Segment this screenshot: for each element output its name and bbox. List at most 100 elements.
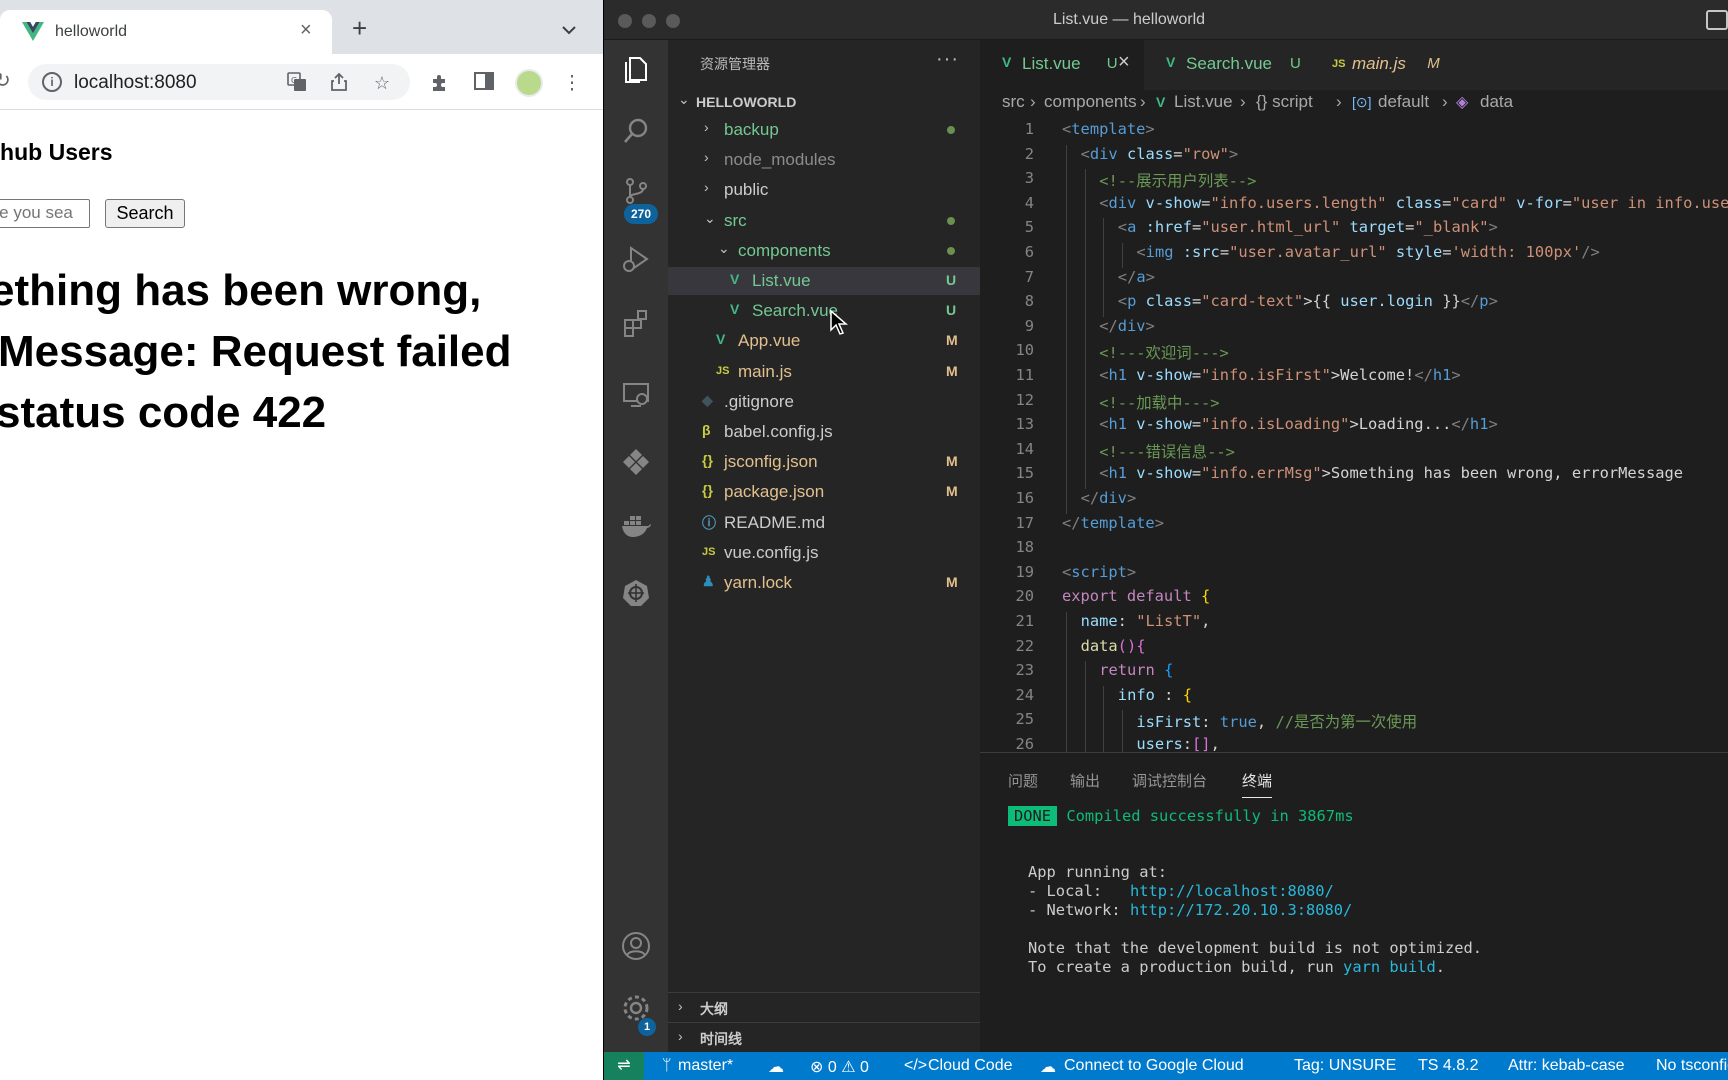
tree-item-backup[interactable]: › backup: [668, 116, 980, 144]
tree-item-label: Search.vue: [752, 301, 838, 321]
new-tab-icon[interactable]: +: [352, 15, 367, 41]
code-text: <p class="card-text">{{ user.login }}</p…: [1117, 292, 1498, 311]
tree-item-package-json[interactable]: {} package.json M: [668, 478, 980, 506]
tree-item-vue-config-js[interactable]: JS vue.config.js: [668, 539, 980, 567]
code-text: <div class="row">: [1080, 144, 1239, 163]
docker-icon[interactable]: [616, 510, 656, 550]
search-icon[interactable]: [616, 116, 656, 156]
breadcrumb-default[interactable]: default: [1378, 92, 1429, 112]
google-cloud-status[interactable]: Connect to Google Cloud: [1064, 1057, 1244, 1075]
problems-status[interactable]: ⊗ 0 ⚠ 0: [810, 1057, 869, 1077]
chevron-right-icon: ›: [704, 119, 709, 135]
browser-menu-icon[interactable]: ⋮: [560, 72, 584, 96]
tree-item-label: main.js: [738, 361, 792, 381]
breadcrumb-script[interactable]: {} script: [1256, 92, 1313, 112]
code-line: 14 <!---错误信息-->: [980, 440, 1728, 465]
breadcrumb-data[interactable]: data: [1480, 92, 1513, 112]
timeline-label: 时间线: [700, 1031, 742, 1047]
code-line: 13 <h1 v-show="info.isLoading">Loading...…: [980, 415, 1728, 440]
note2-suffix: .: [1435, 958, 1445, 976]
breadcrumb-list-vue[interactable]: List.vue: [1174, 92, 1233, 112]
profile-avatar[interactable]: [515, 69, 543, 97]
reload-icon[interactable]: ↻: [0, 68, 11, 93]
file-type-icon: JS: [1332, 58, 1346, 70]
tag-status[interactable]: Tag: UNSURE: [1294, 1057, 1396, 1075]
extensions-icon[interactable]: [616, 308, 656, 348]
tree-item-yarn-lock[interactable]: ♟ yarn.lock M: [668, 569, 980, 597]
account-icon[interactable]: [616, 930, 656, 970]
remote-explorer-icon[interactable]: [616, 380, 656, 420]
file-type-icon: JS: [702, 545, 716, 558]
tree-item-gitignore[interactable]: ◆ .gitignore: [668, 388, 980, 416]
share-icon[interactable]: [328, 72, 350, 94]
tree-item-app-vue[interactable]: V App.vue M: [668, 327, 980, 355]
sync-cloud-icon[interactable]: ☁: [768, 1057, 784, 1077]
side-panel-icon[interactable]: [472, 72, 496, 96]
site-info-icon[interactable]: i: [42, 72, 62, 92]
tab-search-vue[interactable]: V Search.vue U: [1144, 40, 1310, 90]
typescript-version-status[interactable]: TS 4.8.2: [1418, 1057, 1478, 1075]
chevron-right-icon: ›: [1336, 92, 1342, 111]
code-text: users:[],: [1136, 735, 1220, 752]
tsconfig-status[interactable]: No tsconfig: [1656, 1057, 1728, 1075]
tree-item-readme-md[interactable]: ⓘ README.md: [668, 509, 980, 537]
tree-item-search-vue[interactable]: V Search.vue U: [668, 297, 980, 325]
modified-dot-icon: [947, 246, 955, 255]
tree-item-jsconfig-json[interactable]: {} jsconfig.json M: [668, 448, 980, 476]
local-label: - Local:: [1028, 882, 1130, 900]
tree-item-public[interactable]: › public: [668, 176, 980, 204]
tree-item-list-vue[interactable]: V List.vue U: [668, 267, 980, 295]
close-tab-icon[interactable]: ×: [300, 19, 312, 42]
tab-list-vue[interactable]: V List.vue U ×: [980, 40, 1144, 90]
explorer-icon[interactable]: [616, 52, 656, 92]
explorer-more-actions-icon[interactable]: ···: [936, 48, 959, 71]
bookmark-star-icon[interactable]: ☆: [371, 72, 393, 94]
explorer-root-folder[interactable]: ⌄ HELLOWORLD: [668, 88, 980, 116]
tree-item-components[interactable]: ⌄ components: [668, 237, 980, 265]
code-text: info : {: [1117, 685, 1192, 704]
remote-indicator-icon[interactable]: ⇌: [604, 1052, 644, 1080]
code-text: <!--展示用户列表-->: [1099, 172, 1257, 191]
file-type-icon: V: [1002, 54, 1012, 70]
tab-search-chevron-icon[interactable]: [562, 22, 576, 38]
line-number: 10: [1015, 341, 1034, 360]
tree-item-label: jsconfig.json: [724, 452, 818, 472]
breadcrumb-components[interactable]: components: [1044, 92, 1137, 112]
tree-item-node-modules[interactable]: › node_modules: [668, 146, 980, 174]
attr-case-status[interactable]: Attr: kebab-case: [1508, 1057, 1625, 1075]
web-page: ithub Users me you sea Search ething has…: [0, 111, 603, 1080]
git-status-badge: M: [946, 332, 958, 349]
code-text: <h1 v-show="info.isFirst">Welcome!</h1>: [1099, 366, 1461, 384]
git-branch-status[interactable]: master*: [678, 1057, 733, 1075]
tree-item-main-js[interactable]: JS main.js M: [668, 358, 980, 386]
search-input[interactable]: me you sea: [0, 199, 90, 228]
address-bar[interactable]: i localhost:8080 G ☆: [28, 64, 410, 100]
extensions-icon[interactable]: [428, 72, 452, 96]
browser-tab[interactable]: helloworld ×: [0, 10, 332, 54]
run-debug-icon[interactable]: [616, 244, 656, 284]
cloud-code-status[interactable]: Cloud Code: [928, 1057, 1013, 1075]
outline-section[interactable]: › 大纲: [668, 992, 980, 1020]
chevron-right-icon: ›: [704, 179, 709, 196]
terminal-output[interactable]: DONE Compiled successfully in 3867ms App…: [980, 753, 1728, 1053]
chevron-right-icon: ›: [678, 1028, 683, 1044]
tab-main-js[interactable]: JS main.js M: [1310, 40, 1480, 90]
breadcrumb-src[interactable]: src: [1002, 92, 1025, 112]
local-url-line: - Local: http://localhost:8080/: [1028, 882, 1334, 900]
close-tab-icon[interactable]: ×: [1118, 51, 1130, 74]
kubernetes-icon[interactable]: [616, 578, 656, 618]
search-button[interactable]: Search: [105, 199, 185, 228]
timeline-section[interactable]: › 时间线: [668, 1022, 980, 1050]
tree-item-src[interactable]: ⌄ src: [668, 207, 980, 235]
toggle-panel-icon[interactable]: [1706, 10, 1728, 30]
code-text: return {: [1099, 661, 1174, 680]
cloud-code-icon[interactable]: [616, 446, 656, 486]
page-title: ithub Users: [0, 139, 113, 165]
tree-item-babel-config-js[interactable]: β babel.config.js: [668, 418, 980, 446]
local-url-link[interactable]: http://localhost:8080/: [1130, 882, 1334, 900]
yarn-build-command: yarn build: [1343, 958, 1436, 976]
git-status-badge: M: [946, 574, 958, 590]
network-url-link[interactable]: http://172.20.10.3:8080/: [1130, 901, 1352, 919]
translate-icon[interactable]: G: [286, 72, 308, 94]
code-editor[interactable]: 1 <template> 2 <div class="row"> 3 <!--展示用户列表…: [980, 118, 1728, 752]
